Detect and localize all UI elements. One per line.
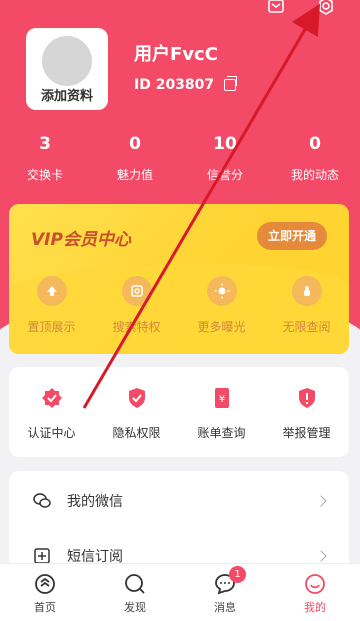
wechat-icon [33,492,51,510]
vip-feature-label: 搜索特权 [112,320,161,334]
tab-profile[interactable]: 我的 [270,564,360,621]
search-icon [121,276,152,306]
service-privacy[interactable]: 隐私权限 [94,367,179,457]
profile-smile-icon [303,572,327,596]
bill-icon: ¥ [211,387,233,409]
hand-icon [291,276,322,306]
menu-item-label: 我的微信 [67,494,123,510]
sun-icon [206,276,237,306]
menu-item-wechat[interactable]: 我的微信 [9,476,349,526]
svg-text:¥: ¥ [218,394,224,405]
tab-label: 发现 [124,601,146,614]
copy-icon[interactable] [224,76,238,91]
shield-check-icon [126,387,148,409]
discover-icon [123,572,147,596]
chevron-right-icon [315,550,327,562]
stat-label: 魅力值 [116,168,153,182]
username: 用户FvcC [134,44,218,65]
service-report[interactable]: 举报管理 [264,367,349,457]
vip-feature-label: 更多曝光 [197,320,246,334]
services-card: 认证中心 隐私权限 ¥ 账单查询 举报管理 [9,367,349,457]
tab-home[interactable]: 首页 [0,564,90,621]
stat-value: 10 [213,134,237,154]
stat-exchange-card[interactable]: 3 交换卡 [0,134,90,183]
stat-value: 0 [309,134,321,154]
stat-charm[interactable]: 0 魅力值 [90,134,180,183]
vip-feature-top[interactable]: 置顶展示 [9,276,94,335]
vip-feature-unlimited[interactable]: 无限查阅 [264,276,349,335]
vip-feature-label: 置顶展示 [27,320,76,334]
stat-credit[interactable]: 10 信誉分 [180,134,270,183]
vip-title: VIP会员中心 [31,230,131,250]
tab-label: 首页 [34,601,56,614]
tab-discover[interactable]: 发现 [90,564,180,621]
home-icon [33,572,57,596]
service-label: 举报管理 [282,426,331,440]
stat-dynamics[interactable]: 0 我的动态 [270,134,360,183]
vip-card[interactable]: VIP会员中心 立即开通 置顶展示 搜索特权 更多曝光 无限查阅 [9,204,349,354]
tab-label: 消息 [214,601,236,614]
user-id-row: ID 203807 [134,76,238,93]
stats-row: 3 交换卡 0 魅力值 10 信誉分 0 我的动态 [0,134,360,183]
vip-feature-exposure[interactable]: 更多曝光 [179,276,264,335]
vip-feature-search[interactable]: 搜索特权 [94,276,179,335]
stat-label: 交换卡 [26,168,63,182]
service-label: 隐私权限 [112,426,161,440]
service-label: 认证中心 [27,426,76,440]
tab-label: 我的 [304,601,326,614]
top-icons [264,0,338,18]
vip-open-button[interactable]: 立即开通 [257,222,327,250]
mail-icon[interactable] [264,0,288,18]
verified-badge-icon [41,387,63,409]
arrow-up-icon [36,276,67,306]
stat-value: 3 [39,134,51,154]
service-bill[interactable]: ¥ 账单查询 [179,367,264,457]
report-shield-icon [296,387,318,409]
chevron-right-icon [315,495,327,507]
avatar-placeholder-icon [42,36,92,86]
vip-features: 置顶展示 搜索特权 更多曝光 无限查阅 [9,276,349,335]
tab-messages[interactable]: 1 消息 [180,564,270,621]
bottom-tab-bar: 首页 发现 1 消息 我的 [0,563,360,621]
service-verification[interactable]: 认证中心 [9,367,94,457]
stat-label: 我的动态 [290,168,339,182]
avatar[interactable]: 添加资料 [26,28,108,110]
add-profile-label: 添加资料 [40,89,93,104]
unread-badge: 1 [229,566,246,583]
vip-feature-label: 无限查阅 [282,320,331,334]
service-label: 账单查询 [197,426,246,440]
user-id: ID 203807 [134,77,215,93]
stat-value: 0 [129,134,141,154]
settings-gear-icon[interactable] [314,0,338,18]
stat-label: 信誉分 [206,168,243,182]
